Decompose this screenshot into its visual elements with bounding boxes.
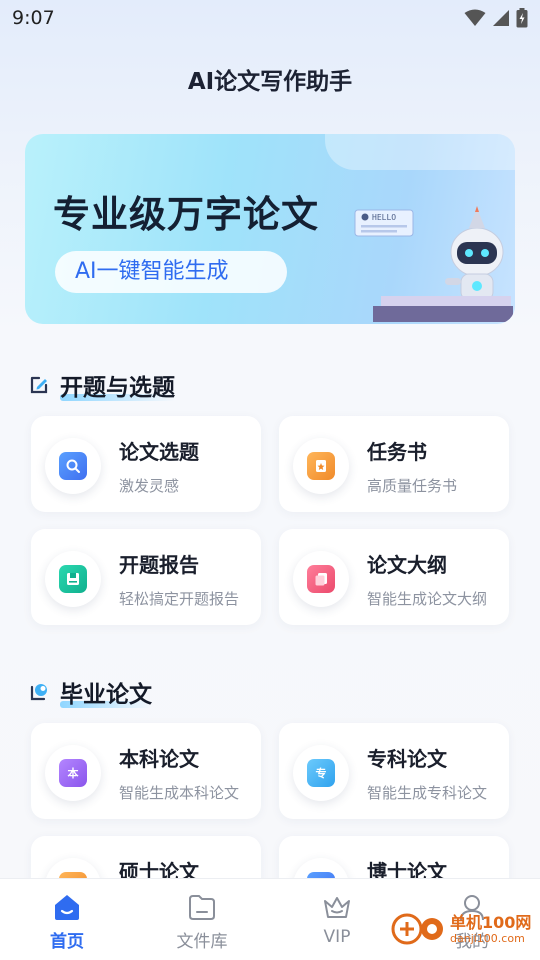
card-task-book[interactable]: 任务书 高质量任务书 xyxy=(279,416,509,512)
college-icon-char: 专 xyxy=(315,767,327,780)
task-icon xyxy=(307,452,335,480)
status-bar: 9:07 xyxy=(0,0,540,36)
nav-files[interactable]: 文件库 xyxy=(157,893,247,952)
card-icon-wrap xyxy=(45,438,101,494)
card-title: 本科论文 xyxy=(119,747,199,771)
watermark-text: 单机100网 xyxy=(450,913,532,932)
card-icon-wrap xyxy=(45,551,101,607)
banner-decoration xyxy=(325,134,515,170)
promo-banner[interactable]: 专业级万字论文 AI一键智能生成 HELLO xyxy=(25,134,515,324)
card-icon-wrap xyxy=(293,551,349,607)
card-college-thesis[interactable]: 专 专科论文 智能生成专科论文 xyxy=(279,723,509,819)
crown-icon xyxy=(324,897,350,918)
nav-label: VIP xyxy=(323,927,351,947)
college-icon: 专 xyxy=(307,759,335,787)
robot-illustration: HELLO xyxy=(354,206,513,322)
card-bachelor-thesis[interactable]: 本 本科论文 智能生成本科论文 xyxy=(31,723,261,819)
battery-icon xyxy=(516,8,528,28)
section-title-graduation: 毕业论文 xyxy=(28,675,152,709)
card-icon-wrap: 本 xyxy=(45,745,101,801)
card-title: 论文大纲 xyxy=(367,553,447,577)
nav-vip[interactable]: VIP xyxy=(292,893,382,947)
card-title: 论文选题 xyxy=(119,440,199,464)
bachelor-icon-char: 本 xyxy=(67,767,79,780)
robot-sign-text: HELLO xyxy=(372,213,396,222)
card-subtitle: 智能生成本科论文 xyxy=(119,784,240,802)
card-outline[interactable]: 论文大纲 智能生成论文大纲 xyxy=(279,529,509,625)
watermark-text-block: 单机100网 danji100.com xyxy=(450,913,532,946)
home-icon xyxy=(55,895,79,920)
pen-icon xyxy=(30,376,48,394)
watermark-logo-icon xyxy=(391,913,443,945)
card-title: 专科论文 xyxy=(367,747,447,771)
card-topic-selection[interactable]: 论文选题 激发灵感 xyxy=(31,416,261,512)
card-icon-wrap xyxy=(293,438,349,494)
nav-home[interactable]: 首页 xyxy=(22,893,112,952)
card-icon-wrap: 专 xyxy=(293,745,349,801)
search-icon xyxy=(59,452,87,480)
folder-icon xyxy=(189,895,215,920)
nav-label: 首页 xyxy=(50,932,84,952)
watermark-sub: danji100.com xyxy=(450,932,525,945)
report-icon xyxy=(59,565,87,593)
bachelor-icon: 本 xyxy=(59,759,87,787)
outline-icon xyxy=(307,565,335,593)
wifi-icon xyxy=(464,9,486,26)
graduation-icon xyxy=(30,684,47,701)
card-title: 开题报告 xyxy=(119,553,199,577)
card-title: 任务书 xyxy=(367,440,427,464)
card-subtitle: 智能生成论文大纲 xyxy=(367,590,488,608)
status-time: 9:07 xyxy=(12,7,55,29)
status-icons xyxy=(464,8,528,28)
banner-headline: 专业级万字论文 xyxy=(53,193,319,236)
nav-label: 文件库 xyxy=(176,932,228,952)
app-title: AI论文写作助手 xyxy=(187,69,353,95)
card-proposal-report[interactable]: 开题报告 轻松搞定开题报告 xyxy=(31,529,261,625)
banner-tagline: AI一键智能生成 xyxy=(55,251,287,293)
signal-icon xyxy=(493,10,509,26)
card-subtitle: 智能生成专科论文 xyxy=(367,784,488,802)
section-label: 开题与选题 xyxy=(60,368,175,402)
section-label: 毕业论文 xyxy=(60,675,152,709)
card-subtitle: 高质量任务书 xyxy=(367,477,458,495)
section-title-topic: 开题与选题 xyxy=(28,368,175,402)
card-subtitle: 轻松搞定开题报告 xyxy=(119,590,240,608)
card-subtitle: 激发灵感 xyxy=(119,477,180,495)
site-watermark: 单机100网 danji100.com xyxy=(390,912,531,946)
